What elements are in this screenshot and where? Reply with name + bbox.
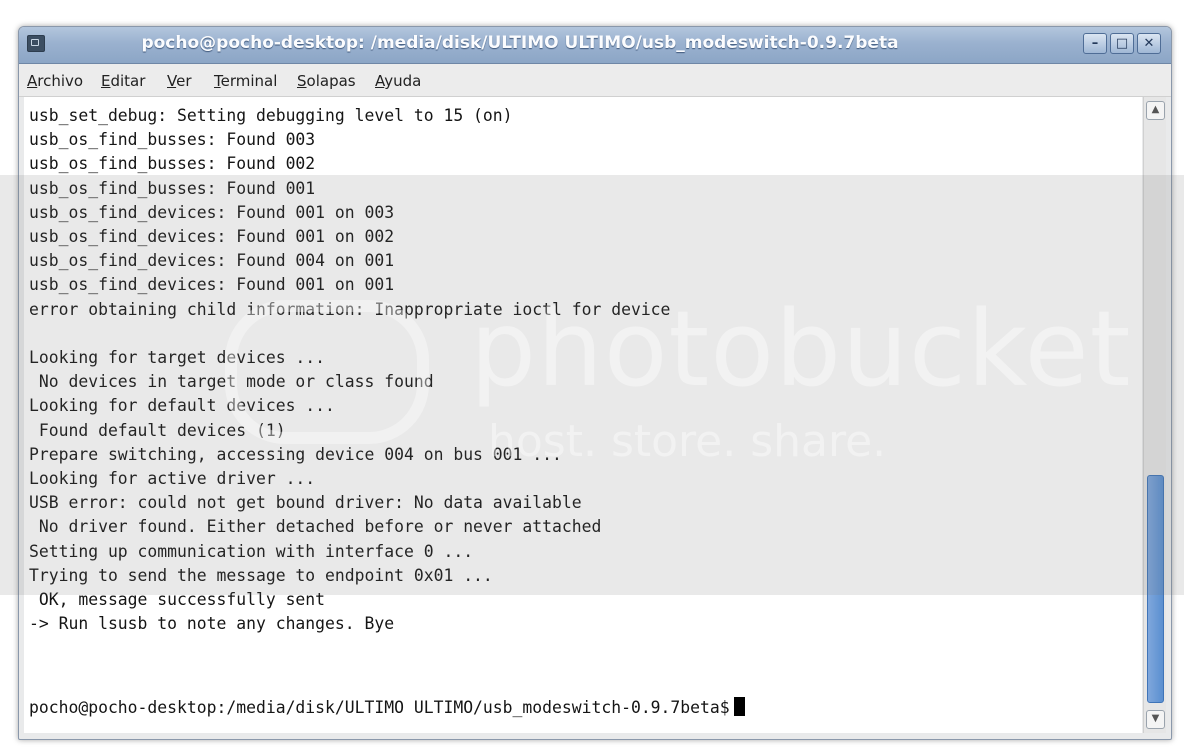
- terminal-output: usb_set_debug: Setting debugging level t…: [29, 106, 671, 634]
- menu-bar: Archivo Editar Ver Terminal Solapas Ayud…: [19, 64, 1171, 97]
- scroll-up-arrow-icon[interactable]: ▲: [1146, 101, 1165, 120]
- shell-prompt-line[interactable]: pocho@pocho-desktop:/media/disk/ULTIMO U…: [29, 696, 745, 720]
- minimize-button[interactable]: –: [1083, 33, 1107, 54]
- vertical-scrollbar[interactable]: ▲ ▼: [1143, 97, 1166, 733]
- scroll-down-arrow-icon[interactable]: ▼: [1146, 710, 1165, 729]
- text-cursor: [733, 697, 745, 716]
- menu-archivo[interactable]: Archivo: [27, 72, 83, 90]
- menu-solapas[interactable]: Solapas: [297, 72, 356, 90]
- menu-ayuda[interactable]: Ayuda: [375, 72, 421, 90]
- maximize-button[interactable]: □: [1110, 33, 1134, 54]
- shell-prompt: pocho@pocho-desktop:/media/disk/ULTIMO U…: [29, 698, 730, 717]
- close-button[interactable]: ✕: [1137, 33, 1161, 54]
- window-title: pocho@pocho-desktop: /media/disk/ULTIMO …: [141, 33, 899, 53]
- scrollbar-thumb[interactable]: [1147, 475, 1164, 703]
- terminal-output-area[interactable]: usb_set_debug: Setting debugging level t…: [24, 97, 1142, 733]
- maximize-icon: □: [1115, 36, 1129, 51]
- menu-editar[interactable]: Editar: [101, 72, 145, 90]
- menu-terminal[interactable]: Terminal: [214, 72, 277, 90]
- terminal-window: pocho@pocho-desktop: /media/disk/ULTIMO …: [18, 26, 1172, 740]
- title-bar[interactable]: pocho@pocho-desktop: /media/disk/ULTIMO …: [19, 27, 1171, 64]
- minimize-icon: –: [1091, 36, 1099, 51]
- menu-ver[interactable]: Ver: [167, 72, 192, 90]
- close-icon: ✕: [1143, 36, 1155, 51]
